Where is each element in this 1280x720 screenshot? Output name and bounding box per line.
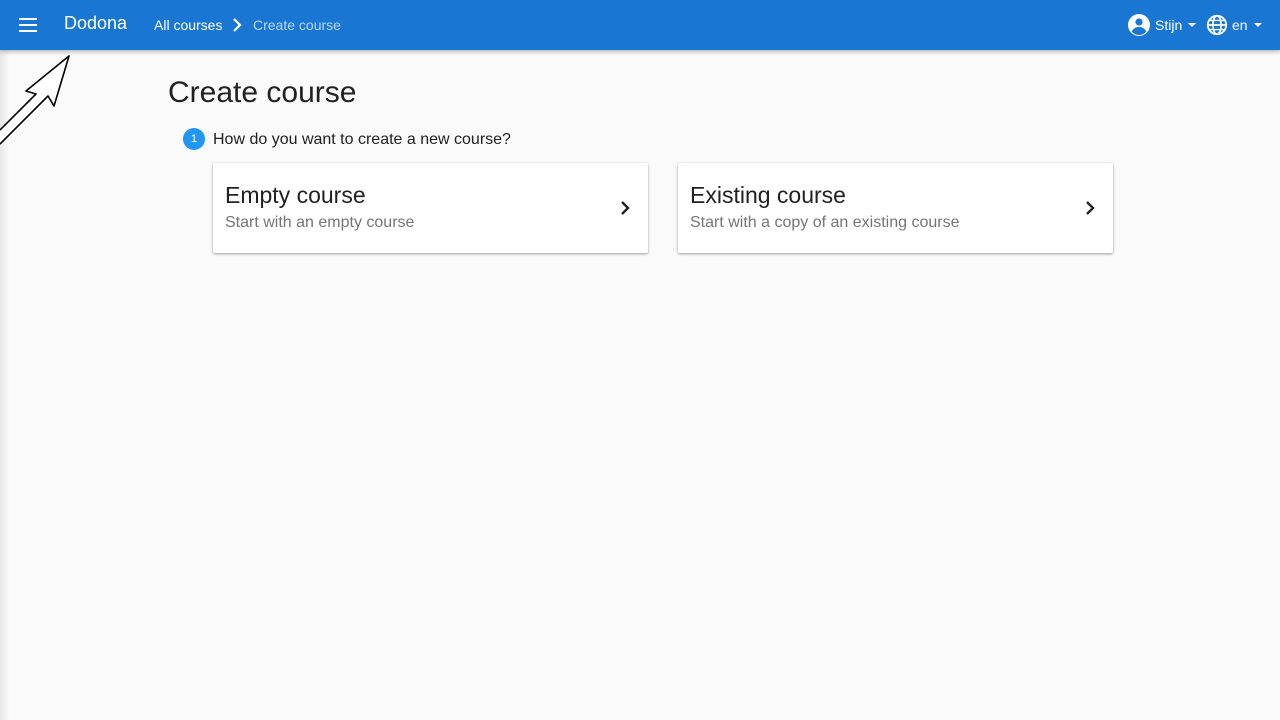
account-circle-icon — [1128, 14, 1150, 36]
menu-button[interactable] — [12, 9, 44, 41]
drawer-edge-shadow — [0, 50, 10, 720]
user-name: Stijn — [1155, 17, 1183, 33]
language-code: en — [1232, 17, 1248, 33]
chevron-right-icon — [233, 18, 242, 32]
option-title: Empty course — [225, 182, 366, 208]
menu-icon — [19, 18, 37, 32]
breadcrumb-current: Create course — [253, 17, 341, 33]
page-title: Create course — [168, 76, 357, 109]
empty-course-option[interactable]: Empty course Start with an empty course — [213, 163, 648, 253]
step-question: How do you want to create a new course? — [213, 131, 511, 148]
option-subtitle: Start with a copy of an existing course — [690, 214, 960, 231]
option-subtitle: Start with an empty course — [225, 214, 415, 231]
step-number-badge: 1 — [183, 128, 205, 150]
pointer-arrow-icon — [0, 55, 70, 145]
caret-down-icon — [1188, 23, 1197, 27]
brand-logo[interactable]: Dodona — [64, 13, 127, 34]
breadcrumb-all-courses[interactable]: All courses — [154, 17, 222, 33]
caret-down-icon — [1253, 23, 1262, 27]
language-menu[interactable]: en — [1206, 12, 1262, 38]
option-title: Existing course — [690, 182, 846, 208]
chevron-right-icon — [621, 201, 630, 215]
app-bar: Dodona All courses Create course Stijn e… — [0, 0, 1280, 50]
user-menu[interactable]: Stijn — [1127, 12, 1197, 38]
existing-course-option[interactable]: Existing course Start with a copy of an … — [678, 163, 1113, 253]
globe-icon — [1206, 14, 1228, 36]
chevron-right-icon — [1086, 201, 1095, 215]
